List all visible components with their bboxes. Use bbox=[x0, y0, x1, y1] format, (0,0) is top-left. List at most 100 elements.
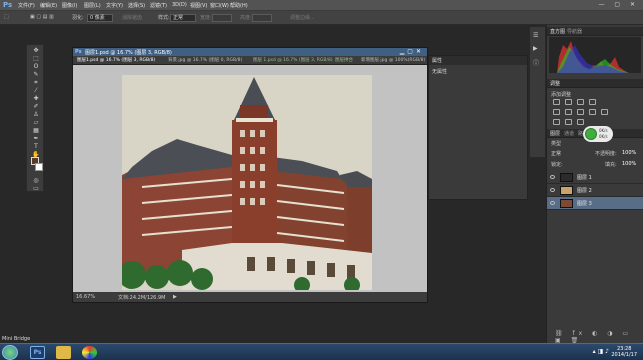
status-arrow-icon[interactable]: ▶ bbox=[173, 294, 177, 300]
tab-doc-2[interactable]: 背景.jpg @ 16.7% (图层 0, RGB/8) bbox=[168, 57, 242, 63]
style-select[interactable]: 正常 bbox=[170, 14, 196, 22]
fill-value[interactable]: 100% bbox=[622, 161, 636, 167]
selection-mode-icons[interactable]: ▣ ▢ ▤ ▥ bbox=[30, 14, 54, 20]
menu-select[interactable]: 选择(S) bbox=[128, 2, 145, 9]
invert-adjust-icon[interactable] bbox=[553, 119, 560, 125]
healing-brush-icon[interactable]: ✚ bbox=[30, 95, 42, 102]
layer-name[interactable]: 图层 2 bbox=[577, 187, 592, 194]
history-icon[interactable]: ☰ bbox=[533, 32, 538, 39]
pen-tool-icon[interactable]: ✒ bbox=[30, 135, 42, 142]
layer-row-selected[interactable]: 图层 3 bbox=[547, 197, 643, 210]
marquee-tool-icon[interactable]: ⬚ bbox=[30, 55, 42, 62]
refine-edge-button[interactable]: 调整边缘... bbox=[290, 14, 315, 21]
doc-size-info[interactable]: 文档:24.2M/126.9M bbox=[118, 294, 165, 301]
menu-window[interactable]: 窗口(W) bbox=[210, 2, 229, 9]
levels-adjust-icon[interactable] bbox=[565, 99, 572, 105]
system-tray-icons[interactable]: ▴ ◨ ♪ bbox=[593, 348, 609, 355]
tab-histogram[interactable]: 直方图 bbox=[550, 28, 565, 35]
actions-icon[interactable]: ▶ bbox=[533, 45, 538, 52]
quick-mask-icon[interactable]: ◎ bbox=[30, 177, 42, 184]
height-input[interactable] bbox=[252, 14, 272, 22]
media-player-task-icon[interactable] bbox=[82, 346, 97, 359]
info-icon[interactable]: ⓘ bbox=[533, 58, 539, 67]
curves-adjust-icon[interactable] bbox=[577, 99, 584, 105]
ps-doc-icon: Ps bbox=[75, 49, 82, 55]
explorer-task-icon[interactable] bbox=[56, 346, 71, 359]
eyedropper-icon[interactable]: ⁄ bbox=[30, 87, 42, 94]
menu-edit[interactable]: 编辑(E) bbox=[40, 2, 57, 9]
brush-tool-icon[interactable]: ✐ bbox=[30, 103, 42, 110]
bw-adjust-icon[interactable] bbox=[589, 109, 596, 115]
tab-layers[interactable]: 图层 bbox=[550, 130, 560, 137]
layer-name[interactable]: 图层 3 bbox=[577, 200, 592, 207]
properties-tab[interactable]: 属性 bbox=[432, 57, 442, 64]
crop-tool-icon[interactable]: ⌗ bbox=[30, 79, 42, 86]
quick-select-icon[interactable]: ✎ bbox=[30, 71, 42, 78]
building-photo[interactable] bbox=[122, 75, 372, 290]
start-button[interactable] bbox=[2, 345, 18, 360]
menu-layer[interactable]: 图层(L) bbox=[84, 2, 101, 9]
marquee-tool-icon[interactable]: ⬚ bbox=[4, 14, 9, 20]
layer-thumbnail bbox=[560, 173, 573, 182]
tab-doc-1[interactable]: 图层1.psd @ 16.7% (图层 3, RGB/8) bbox=[77, 57, 155, 63]
brightness-adjust-icon[interactable] bbox=[553, 99, 560, 105]
feather-input[interactable]: 0 像素 bbox=[87, 14, 113, 22]
menu-file[interactable]: 文件(F) bbox=[18, 2, 35, 9]
lasso-tool-icon[interactable]: ʘ bbox=[30, 63, 42, 70]
doc-window-controls[interactable]: ▁▢✕ bbox=[400, 48, 424, 55]
network-speed-widget[interactable]: 0K/s 0K/s bbox=[583, 126, 613, 142]
opacity-value[interactable]: 100% bbox=[622, 150, 636, 156]
document-titlebar[interactable]: Ps 图层1.psd @ 16.7% (图层 3, RGB/8) ▁▢✕ bbox=[73, 48, 427, 56]
photoshop-task-icon[interactable]: Ps bbox=[30, 346, 45, 359]
move-tool-icon[interactable]: ✥ bbox=[30, 47, 42, 54]
layer-row[interactable]: 图层 2 bbox=[547, 184, 643, 197]
threshold-adjust-icon[interactable] bbox=[577, 119, 584, 125]
hue-adjust-icon[interactable] bbox=[565, 109, 572, 115]
vibrance-adjust-icon[interactable] bbox=[553, 109, 560, 115]
menu-image[interactable]: 图像(I) bbox=[62, 2, 77, 9]
layer-thumbnail bbox=[560, 199, 573, 208]
layer-row[interactable]: 图层 1 bbox=[547, 171, 643, 184]
blend-mode-select[interactable]: 正常 bbox=[551, 150, 561, 157]
opacity-label: 不透明度: bbox=[595, 151, 617, 157]
menu-filter[interactable]: 滤镜(T) bbox=[150, 2, 167, 9]
screen-mode-icon[interactable]: ▭ bbox=[30, 185, 42, 192]
antialias-checkbox[interactable]: 消除锯齿 bbox=[122, 14, 142, 21]
gradient-tool-icon[interactable]: ▦ bbox=[30, 127, 42, 134]
type-tool-icon[interactable]: T bbox=[30, 143, 42, 150]
mini-bridge-tab[interactable]: Mini Bridge bbox=[2, 336, 30, 342]
histogram-panel-header: 直方图 导航器 bbox=[547, 27, 643, 36]
tab-doc-4[interactable]: 图层拼合 bbox=[335, 57, 353, 63]
taskbar: Ps ▴ ◨ ♪ 23:28 2014/1/17 bbox=[0, 343, 643, 360]
layer-actions-icons[interactable]: ⛓ fx ◐ ◑ ▭ ▣ 🗑 bbox=[555, 330, 643, 344]
photofilter-adjust-icon[interactable] bbox=[601, 109, 608, 115]
stamp-tool-icon[interactable]: ♙ bbox=[30, 111, 42, 118]
tab-navigator[interactable]: 导航器 bbox=[567, 28, 582, 35]
layer-kind-filter[interactable]: 类型 bbox=[551, 140, 561, 147]
background-color-swatch[interactable] bbox=[35, 163, 43, 171]
menu-3d[interactable]: 3D(D) bbox=[172, 2, 187, 8]
layer-name[interactable]: 图层 1 bbox=[577, 174, 592, 181]
menu-view[interactable]: 视图(V) bbox=[190, 2, 207, 9]
posterize-adjust-icon[interactable] bbox=[565, 119, 572, 125]
tab-channels[interactable]: 通道 bbox=[564, 130, 574, 137]
zoom-level[interactable]: 16.67% bbox=[76, 294, 95, 300]
tab-doc-3[interactable]: 图层 1.psd @ 16.7% (图层 3, RGB/8) bbox=[253, 57, 333, 63]
visibility-eye-icon[interactable] bbox=[550, 188, 555, 192]
document-status-bar: 16.67% 文档:24.2M/126.9M ▶ bbox=[73, 293, 427, 302]
menu-type[interactable]: 文字(Y) bbox=[106, 2, 123, 9]
tab-adjustments[interactable]: 调整 bbox=[550, 80, 560, 87]
window-controls[interactable]: — ▢ ✕ bbox=[598, 1, 639, 8]
canvas-area[interactable] bbox=[73, 65, 427, 292]
speed-indicator-icon bbox=[585, 128, 597, 140]
eraser-tool-icon[interactable]: ▱ bbox=[30, 119, 42, 126]
colorbalance-adjust-icon[interactable] bbox=[577, 109, 584, 115]
building-image bbox=[122, 75, 372, 290]
width-input[interactable] bbox=[212, 14, 232, 22]
visibility-eye-icon[interactable] bbox=[550, 201, 555, 205]
tab-doc-5[interactable]: 新增图层.jpg @ 100%(RGB/8) bbox=[361, 57, 425, 63]
visibility-eye-icon[interactable] bbox=[550, 175, 555, 179]
menu-help[interactable]: 帮助(H) bbox=[230, 2, 248, 9]
clock[interactable]: 23:28 2014/1/17 bbox=[611, 346, 637, 358]
exposure-adjust-icon[interactable] bbox=[589, 99, 596, 105]
